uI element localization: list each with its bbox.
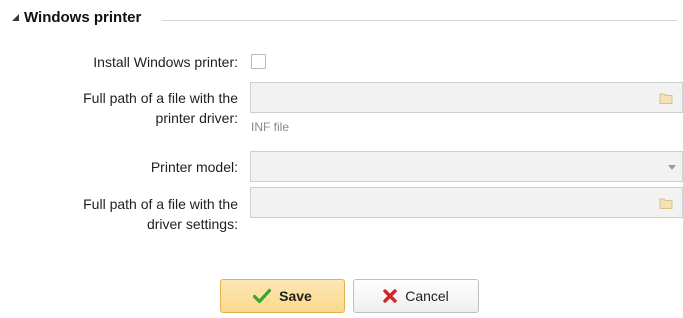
- checkmark-icon: [253, 288, 272, 304]
- folder-icon[interactable]: [658, 195, 674, 211]
- section-header-windows-printer[interactable]: Windows printer: [0, 8, 683, 30]
- settings-path-label: Full path of a file with the driver sett…: [0, 194, 238, 234]
- install-printer-label: Install Windows printer:: [93, 54, 238, 70]
- folder-icon[interactable]: [658, 90, 674, 106]
- driver-path-label-line1: Full path of a file with the: [83, 90, 238, 106]
- settings-path-field[interactable]: [250, 187, 683, 218]
- driver-path-label: Full path of a file with the printer dri…: [0, 88, 238, 128]
- settings-path-label-line1: Full path of a file with the: [83, 196, 238, 212]
- save-button-label: Save: [279, 288, 312, 304]
- printer-model-select[interactable]: [250, 151, 683, 182]
- cancel-button[interactable]: Cancel: [353, 279, 479, 313]
- cancel-button-label: Cancel: [405, 288, 449, 304]
- settings-path-label-line2: driver settings:: [146, 216, 238, 232]
- driver-path-field[interactable]: [250, 82, 683, 113]
- driver-path-label-line2: printer driver:: [155, 110, 238, 126]
- section-divider: [162, 20, 677, 21]
- triangle-collapse-icon[interactable]: [12, 14, 19, 21]
- printer-model-label: Printer model:: [150, 159, 238, 175]
- save-button[interactable]: Save: [220, 279, 345, 313]
- x-icon: [383, 289, 397, 303]
- driver-path-hint: INF file: [251, 120, 290, 134]
- section-title: Windows printer: [24, 9, 142, 26]
- chevron-down-icon[interactable]: [668, 165, 676, 170]
- install-printer-checkbox[interactable]: [251, 54, 266, 69]
